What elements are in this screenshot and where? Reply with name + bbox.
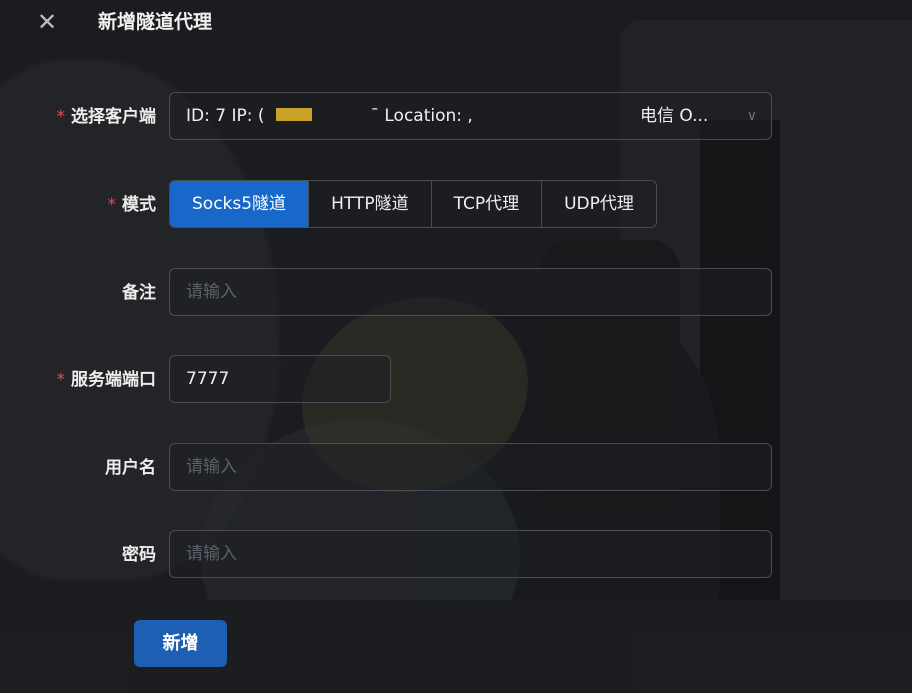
client-select[interactable]: ID: 7 IP: (¯ Location: , 电信 O... ∨	[169, 92, 772, 140]
mode-segmented-control: Socks5隧道 HTTP隧道 TCP代理 UDP代理	[169, 180, 657, 228]
client-select-value: ID: 7 IP: (¯ Location: ,	[186, 106, 473, 126]
mode-row: * 模式 Socks5隧道 HTTP隧道 TCP代理 UDP代理	[0, 180, 912, 230]
dialog-title: 新增隧道代理	[98, 11, 213, 33]
close-icon[interactable]: ✕	[36, 9, 58, 35]
server-port-input[interactable]: 7777	[169, 355, 391, 403]
password-row: 密码 请输入	[0, 530, 912, 580]
remark-input[interactable]: 请输入	[169, 268, 772, 316]
redacted-block	[276, 107, 313, 121]
add-button[interactable]: 新增	[134, 620, 227, 667]
mode-option-http[interactable]: HTTP隧道	[309, 181, 432, 227]
mode-option-tcp[interactable]: TCP代理	[431, 181, 543, 227]
dialog-header: ✕ 新增隧道代理	[0, 0, 912, 46]
username-label: 用户名	[105, 458, 156, 478]
password-input[interactable]: 请输入	[169, 530, 772, 578]
client-label: * 选择客户端	[56, 107, 157, 127]
mode-label: * 模式	[107, 195, 157, 215]
required-mark: *	[107, 195, 117, 215]
server-port-row: * 服务端端口 7777	[0, 355, 912, 405]
client-select-isp: 电信 O...	[640, 106, 709, 126]
remark-row: 备注 请输入	[0, 268, 912, 318]
server-port-label: * 服务端端口	[56, 370, 157, 390]
mode-option-udp[interactable]: UDP代理	[542, 181, 656, 227]
username-input[interactable]: 请输入	[169, 443, 772, 491]
required-mark: *	[56, 370, 66, 390]
client-row: * 选择客户端 ID: 7 IP: (¯ Location: , 电信 O... …	[0, 92, 912, 142]
remark-label: 备注	[122, 283, 156, 303]
required-mark: *	[56, 107, 66, 127]
mode-option-socks5[interactable]: Socks5隧道	[170, 181, 310, 227]
password-label: 密码	[122, 545, 156, 565]
username-row: 用户名 请输入	[0, 443, 912, 493]
chevron-down-icon[interactable]: ∨	[747, 93, 757, 139]
